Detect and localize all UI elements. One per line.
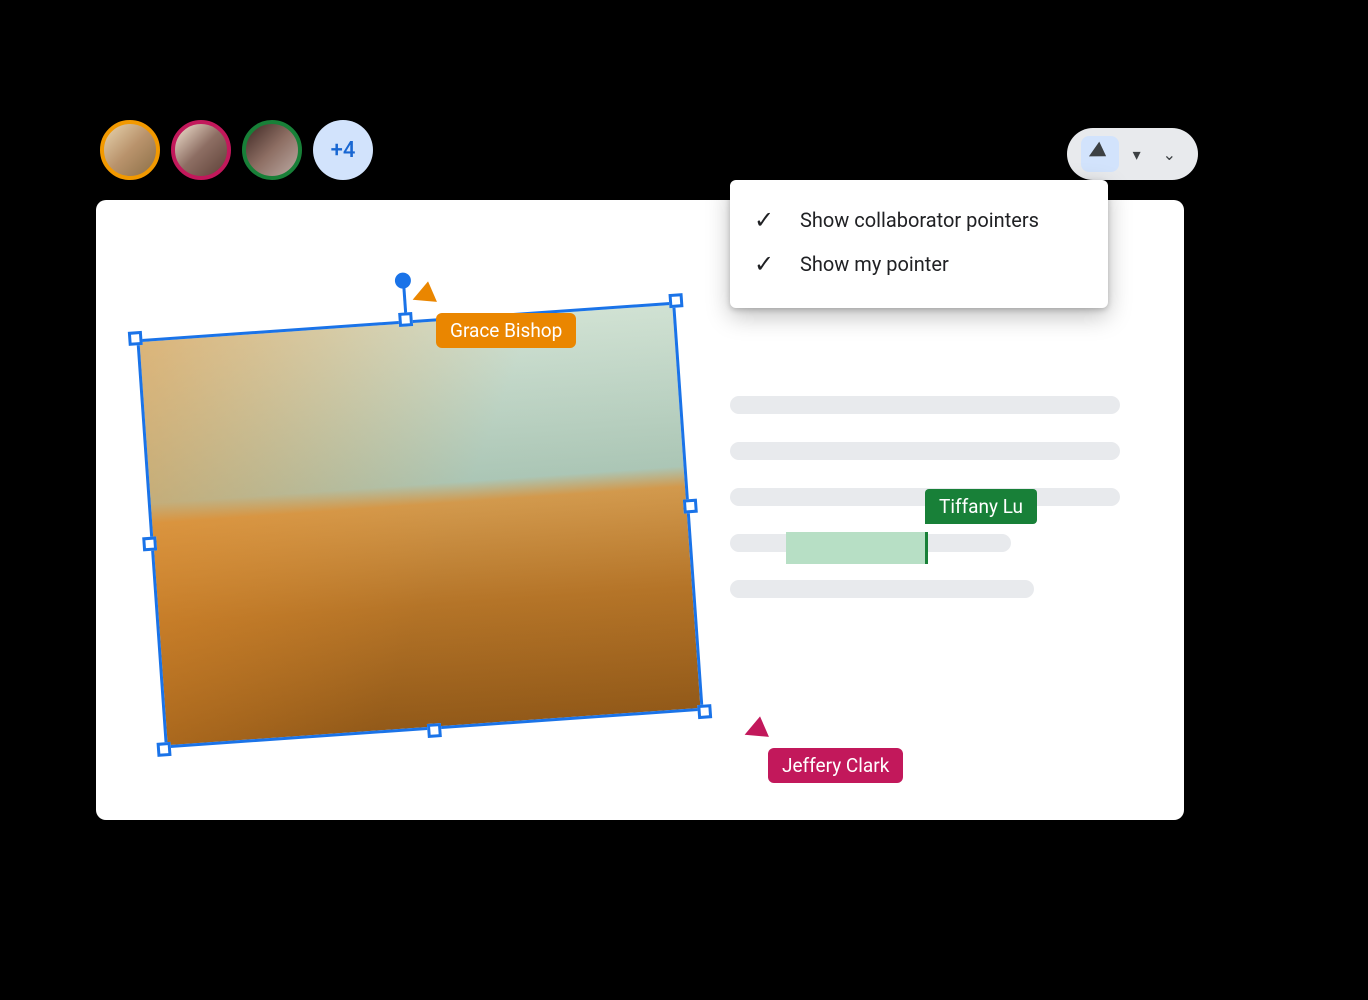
chevron-down-icon[interactable]: ⌄ [1155,145,1184,164]
text-selection-highlight [786,532,928,564]
selected-image[interactable] [136,302,703,749]
collaborator-name-tag: Grace Bishop [436,313,576,348]
collaborator-name-tag: Jeffery Clark [768,748,903,783]
collaborator-cursor-grace: Grace Bishop [418,285,576,348]
menu-item-show-my-pointer[interactable]: ✓ Show my pointer [752,242,1084,286]
avatar[interactable] [171,120,231,180]
menu-item-label: Show my pointer [800,252,949,276]
collaborator-avatars: +4 [100,120,373,180]
resize-handle[interactable] [398,312,413,327]
text-line [730,396,1120,414]
avatar[interactable] [100,120,160,180]
cursor-icon [745,716,776,747]
pointer-options-menu: ✓ Show collaborator pointers ✓ Show my p… [730,180,1108,308]
check-icon: ✓ [752,250,776,278]
text-line [730,442,1120,460]
resize-handle[interactable] [683,499,698,514]
resize-handle[interactable] [157,742,172,757]
check-icon: ✓ [752,206,776,234]
resize-handle[interactable] [142,536,157,551]
caret-down-icon[interactable]: ▾ [1125,145,1149,164]
collaborator-name-tag: Tiffany Lu [925,489,1037,524]
menu-item-show-collaborator-pointers[interactable]: ✓ Show collaborator pointers [752,198,1084,242]
cursor-icon [1088,142,1111,165]
resize-handle[interactable] [128,331,143,346]
avatar-more-count[interactable]: +4 [313,120,373,180]
image-content [136,302,703,749]
pointer-tool: ▾ ⌄ [1067,128,1198,180]
text-line [730,580,1034,598]
resize-handle[interactable] [427,723,442,738]
cursor-tool-button[interactable] [1081,136,1119,172]
menu-item-label: Show collaborator pointers [800,208,1039,232]
collaborator-cursor-jeffery: Jeffery Clark [750,720,903,783]
resize-handle[interactable] [668,293,683,308]
avatar[interactable] [242,120,302,180]
cursor-icon [413,281,444,312]
resize-handle[interactable] [697,704,712,719]
